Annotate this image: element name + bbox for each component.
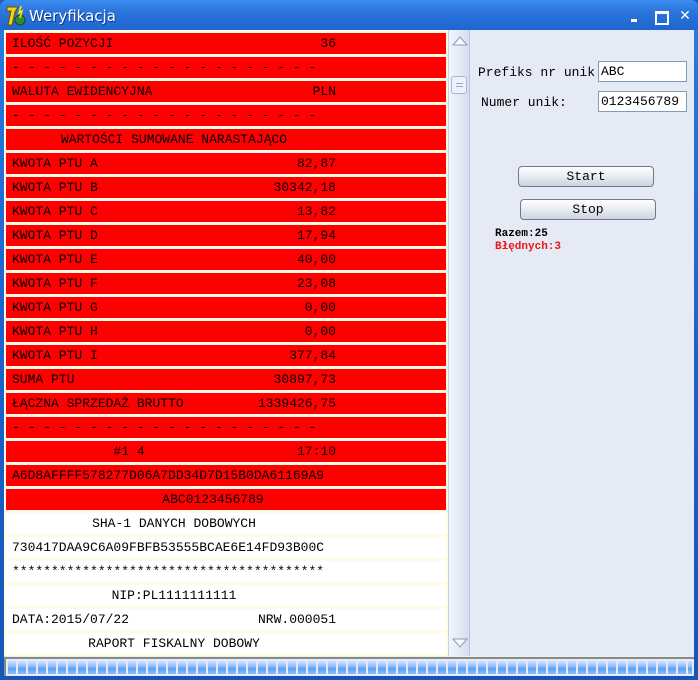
row-label: - - - - - - - - - - - - - - - - - - - - [12,108,317,123]
total-count: Razem:25 [495,228,548,240]
receipt-row[interactable]: KWOTA PTU G 0,00 [6,297,446,318]
progress-fill [8,661,692,674]
row-label: KWOTA PTU I [12,348,98,363]
receipt-row[interactable]: KWOTA PTU E 40,00 [6,249,446,270]
app-logo-icon [6,5,26,26]
receipt-row[interactable]: KWOTA PTU C 13,82 [6,201,446,222]
row-label: KWOTA PTU A [12,156,98,171]
row-value: 30897,73 [273,372,336,387]
receipt-row[interactable]: #1 4 17:10 [6,441,446,462]
row-value: NRW.000051 [257,612,336,627]
row-label: ILOŚĆ POZYCJI [12,36,114,51]
row-text: RAPORT FISKALNY DOBOWY [88,636,260,651]
row-label: SUMA PTU [12,372,75,387]
row-text: ABC0123456789 [84,492,264,507]
row-value: 377,84 [289,348,336,363]
row-value: 1339426,75 [257,396,336,411]
receipt-list[interactable]: ILOŚĆ POZYCJI 36- - - - - - - - - - - - -… [4,30,448,656]
start-button[interactable]: Start [518,166,654,187]
maximize-button[interactable] [652,8,669,25]
row-label: #1 4 [12,444,145,459]
row-value: 13,82 [296,204,336,219]
row-label: 730417DAA9C6A09FBFB53555BCAE6E14FD93B00C [12,540,325,555]
receipt-row[interactable]: - - - - - - - - - - - - - - - - - - - - [6,417,446,438]
row-label: - - - - - - - - - - - - - - - - - - - - [12,60,317,75]
receipt-row[interactable]: SUMA PTU 30897,73 [6,369,446,390]
receipt-row[interactable]: KWOTA PTU A 82,87 [6,153,446,174]
receipt-row[interactable]: 730417DAA9C6A09FBFB53555BCAE6E14FD93B00C [6,537,446,558]
receipt-row[interactable]: - - - - - - - - - - - - - - - - - - - - [6,57,446,78]
row-value: 0,00 [304,300,336,315]
row-label: KWOTA PTU F [12,276,98,291]
receipt-row[interactable]: WARTOŚCI SUMOWANE NARASTAJĄCO [6,129,446,150]
row-value: 30342,18 [273,180,336,195]
receipt-row[interactable]: ABC0123456789 [6,489,446,510]
row-label: A6D8AFFFF578277D06A7DD34D7D15B0DA61169A9 [12,468,325,483]
number-label: Numer unik: [481,95,567,110]
receipt-row[interactable]: KWOTA PTU F 23,08 [6,273,446,294]
scroll-up-arrow-icon[interactable] [451,32,469,50]
number-input[interactable]: 0123456789 [598,91,687,112]
row-label: KWOTA PTU E [12,252,98,267]
vertical-scrollbar[interactable] [448,30,470,656]
client-area: ILOŚĆ POZYCJI 36- - - - - - - - - - - - -… [4,30,694,676]
row-value: 0,00 [304,324,336,339]
receipt-row[interactable]: SHA-1 DANYCH DOBOWYCH [6,513,446,534]
receipt-row[interactable]: ILOŚĆ POZYCJI 36 [6,33,446,54]
stop-button[interactable]: Stop [520,199,656,220]
receipt-row[interactable]: - - - - - - - - - - - - - - - - - - - - [6,105,446,126]
row-label: KWOTA PTU B [12,180,98,195]
row-label: ŁĄCZNA SPRZEDAŻ BRUTTO [12,396,184,411]
receipt-row[interactable]: KWOTA PTU I 377,84 [6,345,446,366]
receipt-row[interactable]: NIP:PL1111111111 [6,585,446,606]
progress-bar [4,657,694,676]
title-bar[interactable]: Weryfikacja ✕ [0,0,698,30]
row-label: DATA:2015/07/22 [12,612,130,627]
close-button[interactable]: ✕ [677,8,693,24]
row-label: KWOTA PTU C [12,204,98,219]
receipt-row[interactable]: KWOTA PTU D 17,94 [6,225,446,246]
prefix-label: Prefiks nr unik [478,65,596,80]
row-value: 17:10 [296,444,336,459]
row-label: WALUTA EWIDENCYJNA [12,84,153,99]
row-value: PLN [312,84,336,99]
window-title: Weryfikacja [29,7,116,25]
row-label: **************************************** [12,564,325,579]
row-value: 23,08 [296,276,336,291]
receipt-row[interactable]: ŁĄCZNA SPRZEDAŻ BRUTTO 1339426,75 [6,393,446,414]
row-label: KWOTA PTU D [12,228,98,243]
error-count: Błędnych:3 [495,241,562,253]
receipt-row[interactable]: A6D8AFFFF578277D06A7DD34D7D15B0DA61169A9 [6,465,446,486]
row-text: NIP:PL1111111111 [111,588,237,603]
minimize-button[interactable] [627,8,643,24]
receipt-row[interactable]: RAPORT FISKALNY DOBOWY [6,633,446,654]
row-text: SHA-1 DANYCH DOBOWYCH [92,516,256,531]
receipt-row[interactable]: DATA:2015/07/22 NRW.000051 [6,609,446,630]
scroll-down-arrow-icon[interactable] [451,634,469,652]
row-value: 82,87 [296,156,336,171]
receipt-row[interactable]: KWOTA PTU H 0,00 [6,321,446,342]
row-value: 17,94 [296,228,336,243]
receipt-row[interactable]: KWOTA PTU B 30342,18 [6,177,446,198]
row-value: 40,00 [296,252,336,267]
row-label: KWOTA PTU G [12,300,98,315]
row-text: WARTOŚCI SUMOWANE NARASTAJĄCO [60,132,288,147]
prefix-input[interactable]: ABC [598,61,687,82]
row-label: - - - - - - - - - - - - - - - - - - - - [12,420,317,435]
row-value: 36 [320,36,336,51]
receipt-row[interactable]: **************************************** [6,561,446,582]
row-label: KWOTA PTU H [12,324,98,339]
scrollbar-thumb[interactable] [451,76,467,94]
window: Weryfikacja ✕ ILOŚĆ POZYCJI 36- - - - - -… [0,0,698,680]
receipt-row[interactable]: WALUTA EWIDENCYJNA PLN [6,81,446,102]
